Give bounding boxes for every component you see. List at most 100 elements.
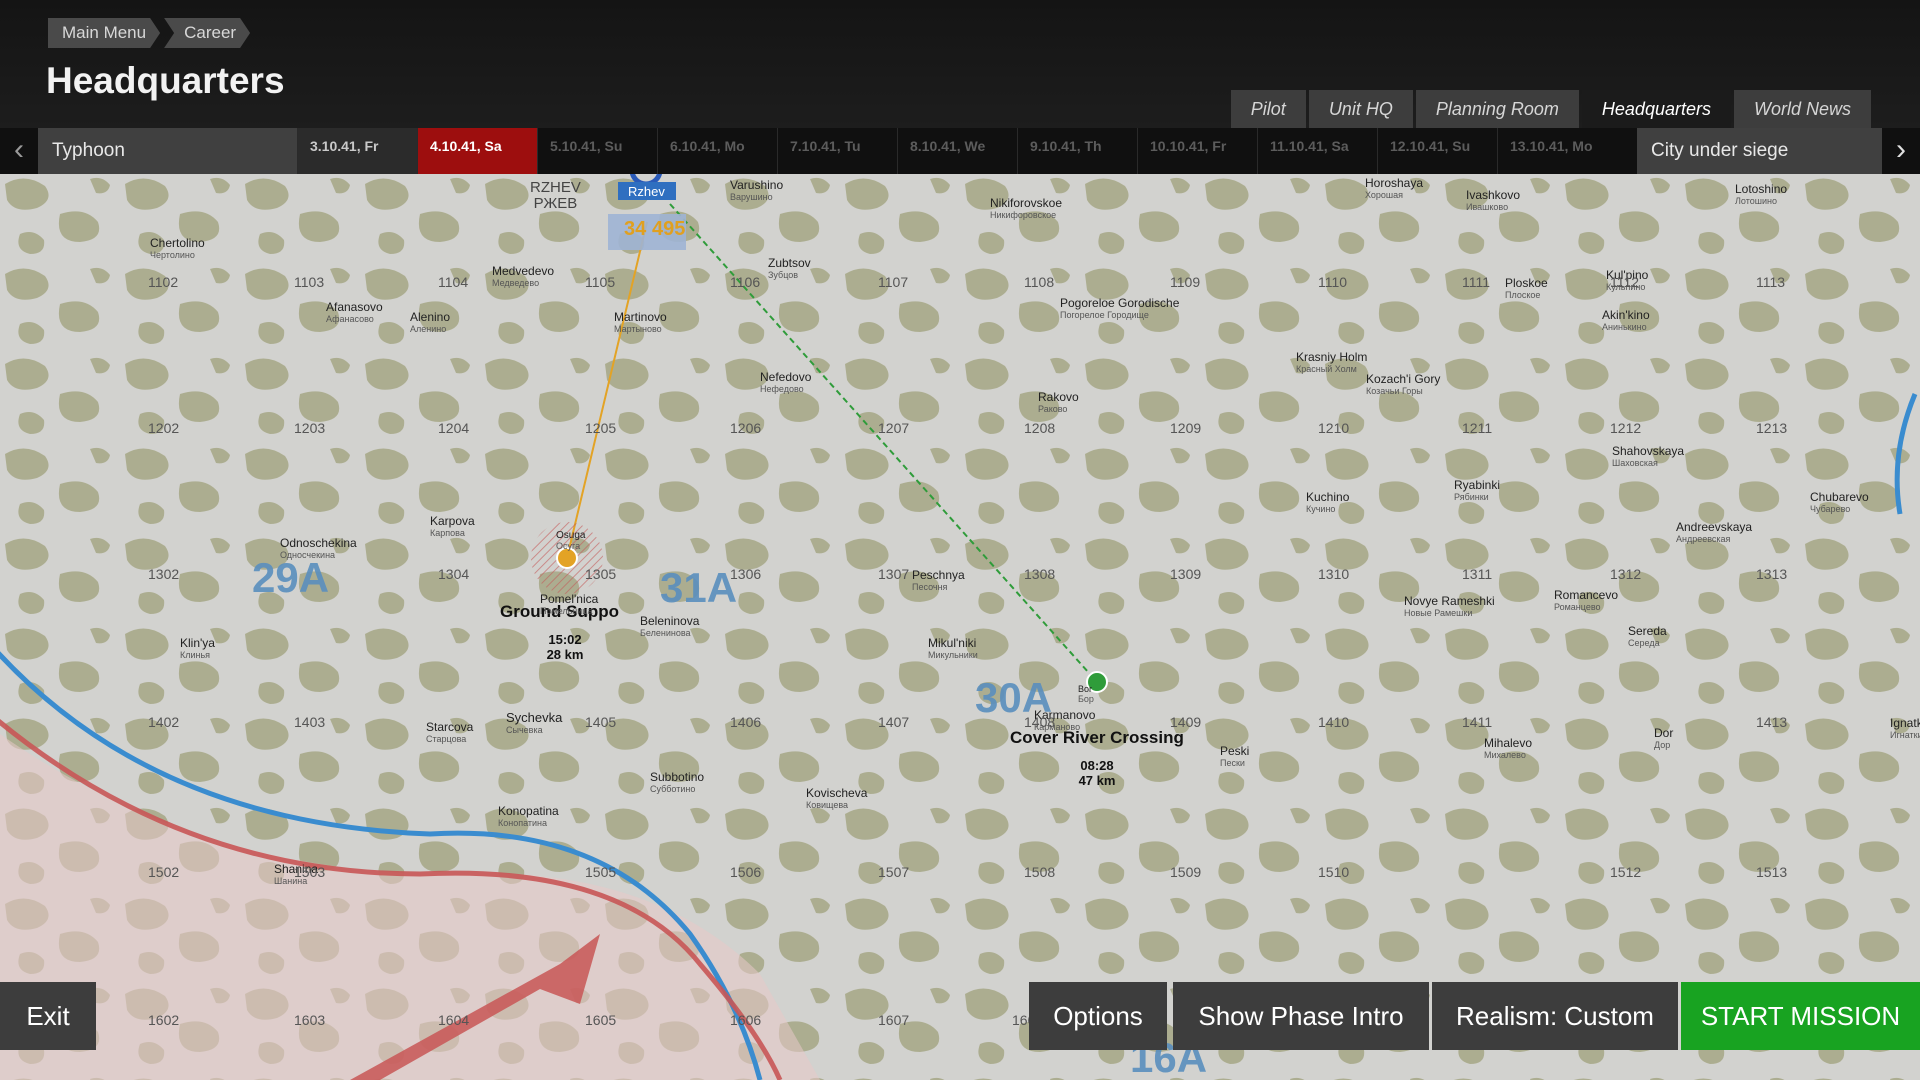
- town-label: Ploskoe Плоское: [1505, 276, 1548, 300]
- tab-world-news[interactable]: World News: [1733, 90, 1871, 128]
- tab-unit-hq[interactable]: Unit HQ: [1308, 90, 1413, 128]
- options-button[interactable]: Options: [1029, 982, 1167, 1050]
- chevron-left-icon[interactable]: ‹: [0, 128, 38, 174]
- grid-label: 1306: [730, 566, 762, 582]
- town-label: Horoshaya Хорошая: [1365, 176, 1424, 200]
- grid-label: 1408: [1024, 714, 1056, 730]
- date-cell: 8.10.41, We: [897, 128, 1017, 174]
- town-label: Bor Бор: [1078, 684, 1094, 704]
- town-label: Krasniy Holm Красный Холм: [1296, 350, 1368, 374]
- tab-planning-room[interactable]: Planning Room: [1415, 90, 1579, 128]
- town-label: Nikiforovskoe Никифоровское: [990, 196, 1063, 220]
- grid-label: 1413: [1756, 714, 1788, 730]
- start-mission-button[interactable]: START MISSION: [1681, 982, 1920, 1050]
- grid-label: 1309: [1170, 566, 1202, 582]
- grid-label: 1407: [878, 714, 910, 730]
- grid-label: 1110: [1318, 274, 1348, 290]
- breadcrumb-career[interactable]: Career: [164, 18, 250, 48]
- grid-label: 1112: [1610, 274, 1640, 290]
- grid-label: 1107: [878, 274, 909, 290]
- grid-label: 1508: [1024, 864, 1056, 880]
- grid-label: 1409: [1170, 714, 1202, 730]
- date-cell-current[interactable]: 4.10.41, Sa: [417, 128, 537, 174]
- grid-label: 1405: [585, 714, 617, 730]
- grid-label: 1206: [730, 420, 762, 436]
- campaign-map[interactable]: Rzhev 34 495 RZHEV РЖЕВ 29A 31A 30A 16A G…: [0, 174, 1920, 1080]
- town-label: Afanasovo Афанасово: [326, 300, 383, 324]
- town-label: Starcova Старцова: [426, 720, 474, 744]
- airfield-label[interactable]: Rzhev: [628, 184, 665, 199]
- grid-label: 1108: [1024, 274, 1055, 290]
- town-label: Novye Rameshki Новые Рамешки: [1404, 594, 1495, 618]
- grid-label: 1310: [1318, 566, 1350, 582]
- grid-label: 1403: [294, 714, 326, 730]
- town-label: Subbotino Субботино: [650, 770, 705, 794]
- grid-label: 1308: [1024, 566, 1056, 582]
- show-phase-intro-button[interactable]: Show Phase Intro: [1173, 982, 1429, 1050]
- town-label: Mikul'niki Микульники: [928, 636, 978, 660]
- grid-label: 1208: [1024, 420, 1056, 436]
- town-label: Konopatina Конопатина: [498, 804, 559, 828]
- realism-button[interactable]: Realism: Custom: [1432, 982, 1678, 1050]
- grid-label: 1213: [1756, 420, 1788, 436]
- grid-label: 1211: [1462, 420, 1493, 436]
- town-label: Sereda Середа: [1628, 624, 1667, 648]
- grid-label: 1510: [1318, 864, 1350, 880]
- town-label: Dor Дор: [1654, 726, 1674, 750]
- chevron-right-icon[interactable]: ›: [1882, 128, 1920, 174]
- date-cell: 12.10.41, Su: [1377, 128, 1497, 174]
- town-label: Pomel'nica Помельница: [540, 592, 599, 616]
- grid-label: 1512: [1610, 864, 1642, 880]
- date-cell[interactable]: 3.10.41, Fr: [297, 128, 417, 174]
- date-cell: 6.10.41, Mo: [657, 128, 777, 174]
- army-label: 29A: [252, 554, 330, 601]
- tab-pilot[interactable]: Pilot: [1230, 90, 1306, 128]
- grid-label: 1212: [1610, 420, 1642, 436]
- town-label: Peschnya Песочня: [912, 568, 965, 592]
- grid-label: 1605: [585, 1012, 617, 1028]
- town-label: Zubtsov Зубцов: [768, 256, 811, 280]
- town-label: Mihalevo Михалево: [1484, 736, 1533, 760]
- town-label: Martinovo Мартыново: [614, 310, 667, 334]
- grid-label: 1607: [878, 1012, 910, 1028]
- operation-name: Typhoon: [38, 128, 298, 174]
- town-label: Ivashkovo Ивашково: [1466, 188, 1521, 212]
- town-label: Lotoshino Лотошино: [1735, 182, 1788, 206]
- town-label: IgnatkiИгнатки: [1890, 716, 1920, 740]
- tab-headquarters[interactable]: Headquarters: [1581, 90, 1731, 128]
- town-label: Osuga Осуга: [556, 530, 586, 551]
- town-label: Odnoschekina Односчекина: [280, 536, 357, 560]
- grid-label: 1104: [438, 274, 469, 290]
- grid-label: 1503: [294, 864, 326, 880]
- grid-label: 1102: [148, 274, 179, 290]
- date-cell: 13.10.41, Mo: [1497, 128, 1617, 174]
- grid-label: 1604: [438, 1012, 470, 1028]
- timeline-bar: ‹ Typhoon 3.10.41, Fr 4.10.41, Sa 5.10.4…: [0, 128, 1920, 174]
- grid-label: 1411: [1462, 714, 1493, 730]
- breadcrumb-main-menu[interactable]: Main Menu: [48, 18, 160, 48]
- town-label: Chertolino Чертолино: [150, 236, 205, 260]
- grid-label: 1105: [585, 274, 616, 290]
- grid-label: 1302: [148, 566, 180, 582]
- grid-label: 1113: [1756, 274, 1786, 290]
- grid-label: 1602: [148, 1012, 180, 1028]
- town-label: Beleninova Беленинова: [640, 614, 700, 638]
- grid-label: 1311: [1462, 566, 1493, 582]
- grid-label: 1603: [294, 1012, 326, 1028]
- phase-name: City under siege: [1637, 128, 1882, 174]
- breadcrumb: Main Menu Career: [48, 18, 254, 48]
- grid-label: 1204: [438, 420, 470, 436]
- grid-label: 1502: [148, 864, 180, 880]
- town-label: Kovischeva Ковищева: [806, 786, 868, 810]
- date-cell: 5.10.41, Su: [537, 128, 657, 174]
- grid-label: 1312: [1610, 566, 1642, 582]
- town-label: Peski Пески: [1220, 744, 1250, 768]
- town-label: Romancevo Романцево: [1554, 588, 1619, 612]
- grid-label: 1209: [1170, 420, 1202, 436]
- exit-button[interactable]: Exit: [0, 982, 96, 1050]
- town-label: Shahovskaya Шаховская: [1612, 444, 1685, 468]
- grid-label: 1205: [585, 420, 617, 436]
- mission-info: 15:02 28 km: [546, 632, 584, 662]
- grid-label: 1203: [294, 420, 326, 436]
- grid-label: 1109: [1170, 274, 1201, 290]
